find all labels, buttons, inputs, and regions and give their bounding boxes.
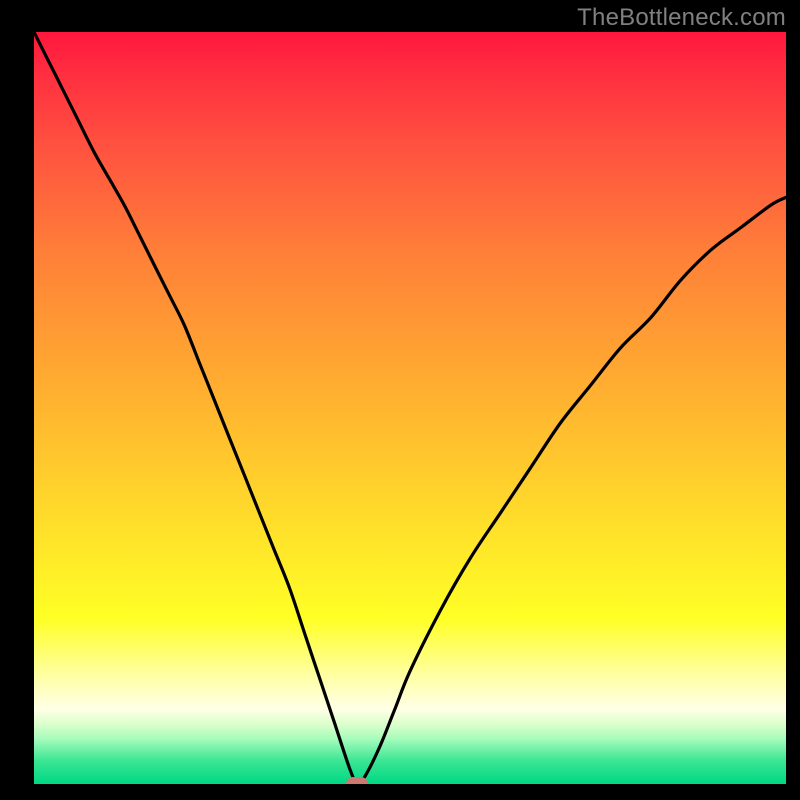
watermark-label: TheBottleneck.com — [577, 4, 786, 32]
bottleneck-curve — [34, 32, 786, 784]
curve-path — [34, 32, 786, 784]
optimum-marker — [346, 777, 368, 784]
plot-area — [34, 32, 786, 784]
chart-container: TheBottleneck.com — [0, 0, 800, 800]
